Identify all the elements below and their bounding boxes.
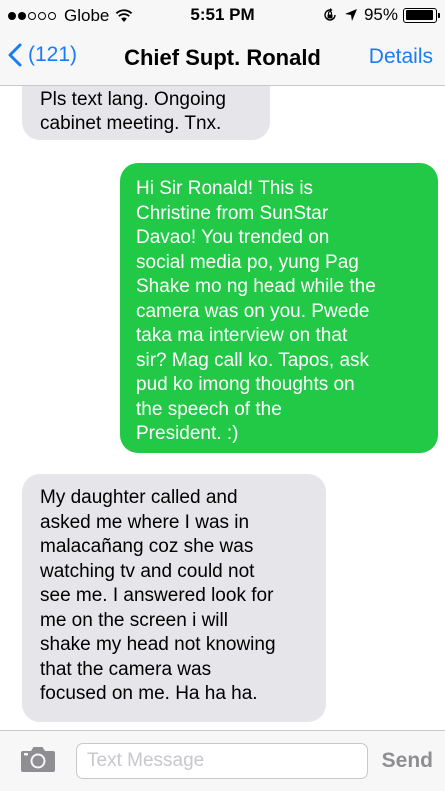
camera-icon xyxy=(20,745,56,773)
camera-button[interactable] xyxy=(20,745,56,773)
status-right: 95% xyxy=(322,5,440,25)
message-bubble-sent[interactable]: Hi Sir Ronald! This is Christine from Su… xyxy=(120,163,438,453)
send-button[interactable]: Send xyxy=(382,749,433,773)
message-bubble-received[interactable]: Pls text lang. Ongoing cabinet meeting. … xyxy=(22,86,270,140)
message-thread[interactable]: Pls text lang. Ongoing cabinet meeting. … xyxy=(0,86,445,730)
status-bar: Globe 5:51 PM 95% xyxy=(0,0,445,32)
nav-bar: (121) Chief Supt. Ronald Details xyxy=(0,32,445,86)
battery-icon xyxy=(403,7,440,23)
location-arrow-icon xyxy=(344,8,358,22)
battery-percent: 95% xyxy=(363,5,398,24)
battery-fill xyxy=(405,10,433,20)
details-button[interactable]: Details xyxy=(369,45,433,69)
orientation-lock-icon xyxy=(322,7,338,23)
message-input-bar: Send xyxy=(0,730,445,791)
message-bubble-received[interactable]: My daughter called and asked me where I … xyxy=(22,474,326,722)
message-input[interactable] xyxy=(76,743,368,779)
